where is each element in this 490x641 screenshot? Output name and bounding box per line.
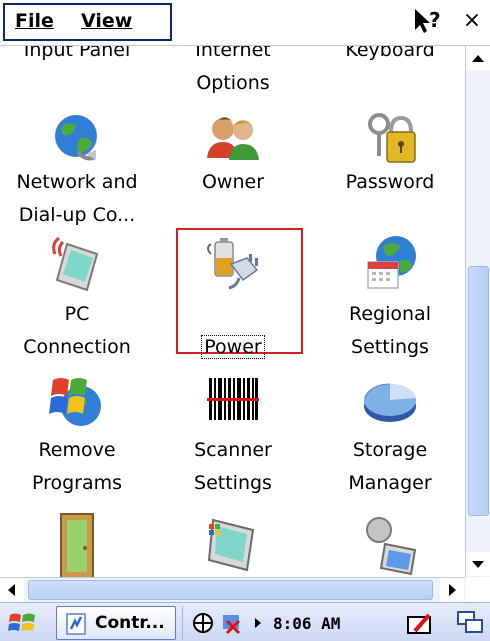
item-label: Password	[345, 171, 435, 193]
show-desktop-button[interactable]	[456, 609, 484, 637]
item-label: Network and Dial-up Co...	[16, 171, 138, 226]
connectivity-tray-icon[interactable]	[219, 611, 249, 635]
item-remove-programs[interactable]: Remove Programs	[2, 370, 152, 500]
item-label: Regional Settings	[349, 303, 431, 358]
item-label: Power	[158, 298, 308, 364]
storage-pie-chart-icon	[364, 383, 416, 422]
item-power[interactable]: Power	[158, 234, 308, 364]
scrollbar-corner	[465, 577, 490, 602]
clock[interactable]: 8:06 AM	[273, 614, 340, 633]
windows-tiles-icon	[457, 611, 483, 633]
item-label: Remove Programs	[31, 439, 123, 494]
item-label-text: Power	[201, 335, 265, 359]
item-scanner-settings[interactable]: Scanner Settings	[158, 370, 308, 500]
arrow-left-icon	[8, 584, 15, 596]
control-panel-view: Input Panel Internet Options Keyboard Ne…	[0, 46, 465, 577]
item-storage-manager[interactable]: Storage Manager	[315, 370, 465, 500]
view-menu[interactable]: View	[81, 10, 132, 32]
system-tray: 8:06 AM	[182, 606, 448, 640]
item-label: PC Connection	[23, 303, 131, 358]
item-label: Input Panel	[23, 46, 131, 61]
scroll-right-button[interactable]	[440, 578, 464, 602]
start-button[interactable]	[8, 609, 38, 637]
horizontal-scroll-thumb[interactable]	[28, 580, 433, 600]
barcode-scanner-icon	[207, 378, 259, 420]
pc-connection-device-icon	[52, 236, 99, 292]
close-button[interactable]: ×	[458, 6, 486, 36]
windows-logo-globe-icon	[49, 378, 101, 426]
menu-bar: File View ? ×	[0, 0, 490, 46]
item-label: Scanner Settings	[194, 439, 272, 494]
owner-users-icon	[207, 117, 259, 160]
expand-tray-icon[interactable]	[253, 616, 263, 630]
file-menu-label: File	[15, 10, 54, 32]
input-pen-tray-icon[interactable]	[405, 611, 435, 637]
item-label: Storage Manager	[348, 439, 432, 494]
file-menu[interactable]: File	[15, 10, 54, 32]
arrow-down-icon	[472, 561, 484, 568]
vertical-scroll-thumb[interactable]	[468, 266, 489, 516]
item-row4-left[interactable]	[2, 510, 152, 577]
vertical-scrollbar[interactable]	[465, 46, 490, 577]
arrow-right-icon	[449, 584, 456, 596]
item-regional-settings[interactable]: Regional Settings	[315, 234, 465, 364]
help-button[interactable]: ?	[412, 6, 444, 36]
item-owner[interactable]: Owner	[158, 112, 308, 242]
item-pc-connection[interactable]: PC Connection	[2, 234, 152, 364]
control-panel-icon	[66, 613, 86, 635]
password-keys-lock-icon	[368, 113, 416, 163]
svg-text:?: ?	[429, 8, 441, 32]
system-computer-icon	[366, 517, 417, 576]
door-icon	[60, 513, 94, 577]
battery-tray-icon[interactable]	[191, 611, 215, 635]
item-password[interactable]: Password	[315, 112, 465, 242]
item-label: Internet Options	[195, 46, 271, 94]
regional-globe-calendar-icon	[367, 236, 416, 289]
scroll-up-button[interactable]	[466, 46, 490, 70]
taskbar: Contr... 8:06 AM	[0, 602, 490, 641]
arrow-up-icon	[472, 55, 484, 62]
scroll-down-button[interactable]	[466, 552, 490, 576]
windows-flag-icon	[8, 613, 35, 631]
item-label: Keyboard	[345, 46, 435, 61]
display-monitor-icon	[207, 518, 255, 572]
scroll-left-button[interactable]	[0, 578, 24, 602]
item-row4-middle[interactable]	[158, 510, 308, 577]
horizontal-scrollbar[interactable]	[0, 577, 465, 602]
task-label: Contr...	[95, 613, 165, 633]
task-control-panel-button[interactable]: Contr...	[56, 606, 176, 640]
item-network[interactable]: Network and Dial-up Co...	[2, 112, 152, 242]
item-label: Owner	[201, 171, 265, 193]
network-globe-icon	[55, 115, 97, 161]
menu-group: File View	[3, 3, 172, 41]
item-row4-right[interactable]	[315, 510, 465, 577]
view-menu-label: View	[81, 10, 133, 32]
power-battery-plug-icon	[207, 238, 259, 290]
help-question-icon: ?	[415, 8, 441, 33]
